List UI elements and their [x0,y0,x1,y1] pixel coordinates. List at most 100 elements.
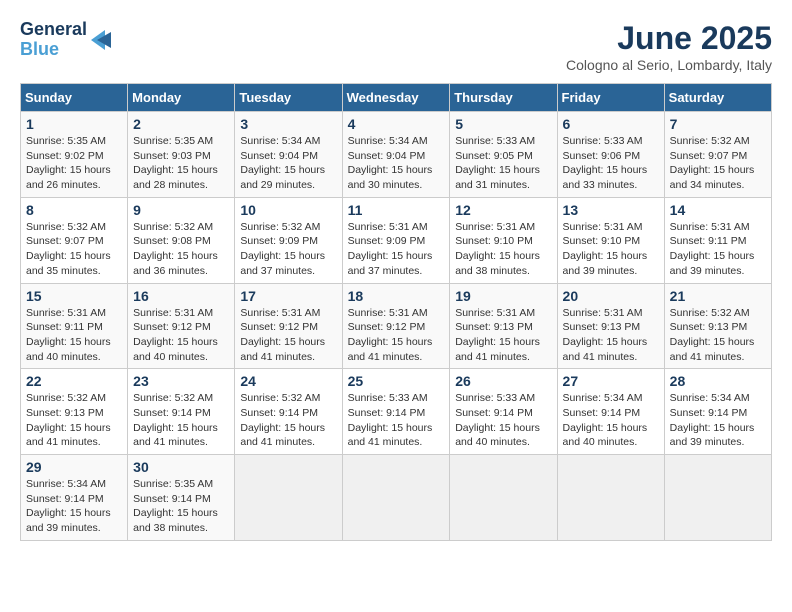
header-cell-saturday: Saturday [664,84,771,112]
calendar-cell [235,455,342,541]
day-info: Sunrise: 5:32 AM Sunset: 9:14 PM Dayligh… [240,391,336,450]
day-number: 25 [348,373,445,389]
calendar-cell: 3 Sunrise: 5:34 AM Sunset: 9:04 PM Dayli… [235,112,342,198]
day-number: 16 [133,288,229,304]
calendar-cell: 19 Sunrise: 5:31 AM Sunset: 9:13 PM Dayl… [450,283,557,369]
header-cell-friday: Friday [557,84,664,112]
header-cell-sunday: Sunday [21,84,128,112]
week-row-1: 8 Sunrise: 5:32 AM Sunset: 9:07 PM Dayli… [21,197,772,283]
day-number: 20 [563,288,659,304]
week-row-0: 1 Sunrise: 5:35 AM Sunset: 9:02 PM Dayli… [21,112,772,198]
day-number: 13 [563,202,659,218]
day-number: 12 [455,202,551,218]
calendar-cell: 14 Sunrise: 5:31 AM Sunset: 9:11 PM Dayl… [664,197,771,283]
day-number: 2 [133,116,229,132]
calendar-cell: 4 Sunrise: 5:34 AM Sunset: 9:04 PM Dayli… [342,112,450,198]
day-number: 17 [240,288,336,304]
calendar-cell: 10 Sunrise: 5:32 AM Sunset: 9:09 PM Dayl… [235,197,342,283]
day-info: Sunrise: 5:31 AM Sunset: 9:10 PM Dayligh… [563,220,659,279]
day-number: 26 [455,373,551,389]
day-info: Sunrise: 5:31 AM Sunset: 9:13 PM Dayligh… [455,306,551,365]
calendar-cell: 1 Sunrise: 5:35 AM Sunset: 9:02 PM Dayli… [21,112,128,198]
calendar-cell: 24 Sunrise: 5:32 AM Sunset: 9:14 PM Dayl… [235,369,342,455]
day-info: Sunrise: 5:35 AM Sunset: 9:02 PM Dayligh… [26,134,122,193]
day-number: 1 [26,116,122,132]
week-row-4: 29 Sunrise: 5:34 AM Sunset: 9:14 PM Dayl… [21,455,772,541]
calendar-cell: 25 Sunrise: 5:33 AM Sunset: 9:14 PM Dayl… [342,369,450,455]
day-number: 9 [133,202,229,218]
day-number: 15 [26,288,122,304]
calendar-cell: 26 Sunrise: 5:33 AM Sunset: 9:14 PM Dayl… [450,369,557,455]
day-info: Sunrise: 5:33 AM Sunset: 9:05 PM Dayligh… [455,134,551,193]
day-number: 19 [455,288,551,304]
day-info: Sunrise: 5:35 AM Sunset: 9:14 PM Dayligh… [133,477,229,536]
day-number: 28 [670,373,766,389]
day-info: Sunrise: 5:32 AM Sunset: 9:07 PM Dayligh… [26,220,122,279]
day-info: Sunrise: 5:35 AM Sunset: 9:03 PM Dayligh… [133,134,229,193]
day-info: Sunrise: 5:31 AM Sunset: 9:12 PM Dayligh… [240,306,336,365]
day-number: 11 [348,202,445,218]
calendar-table: SundayMondayTuesdayWednesdayThursdayFrid… [20,83,772,541]
calendar-cell: 27 Sunrise: 5:34 AM Sunset: 9:14 PM Dayl… [557,369,664,455]
calendar-cell: 23 Sunrise: 5:32 AM Sunset: 9:14 PM Dayl… [128,369,235,455]
header-cell-tuesday: Tuesday [235,84,342,112]
calendar-cell: 5 Sunrise: 5:33 AM Sunset: 9:05 PM Dayli… [450,112,557,198]
header-cell-wednesday: Wednesday [342,84,450,112]
day-number: 8 [26,202,122,218]
calendar-cell [557,455,664,541]
calendar-cell: 18 Sunrise: 5:31 AM Sunset: 9:12 PM Dayl… [342,283,450,369]
calendar-cell: 7 Sunrise: 5:32 AM Sunset: 9:07 PM Dayli… [664,112,771,198]
day-number: 21 [670,288,766,304]
day-info: Sunrise: 5:31 AM Sunset: 9:10 PM Dayligh… [455,220,551,279]
day-info: Sunrise: 5:31 AM Sunset: 9:12 PM Dayligh… [133,306,229,365]
day-info: Sunrise: 5:32 AM Sunset: 9:14 PM Dayligh… [133,391,229,450]
day-info: Sunrise: 5:31 AM Sunset: 9:11 PM Dayligh… [26,306,122,365]
calendar-title: June 2025 [566,20,772,57]
day-info: Sunrise: 5:32 AM Sunset: 9:07 PM Dayligh… [670,134,766,193]
day-info: Sunrise: 5:34 AM Sunset: 9:04 PM Dayligh… [240,134,336,193]
day-info: Sunrise: 5:34 AM Sunset: 9:14 PM Dayligh… [563,391,659,450]
day-info: Sunrise: 5:31 AM Sunset: 9:12 PM Dayligh… [348,306,445,365]
day-info: Sunrise: 5:31 AM Sunset: 9:11 PM Dayligh… [670,220,766,279]
calendar-cell: 13 Sunrise: 5:31 AM Sunset: 9:10 PM Dayl… [557,197,664,283]
day-info: Sunrise: 5:34 AM Sunset: 9:14 PM Dayligh… [26,477,122,536]
calendar-subtitle: Cologno al Serio, Lombardy, Italy [566,57,772,73]
day-info: Sunrise: 5:32 AM Sunset: 9:13 PM Dayligh… [26,391,122,450]
calendar-cell: 28 Sunrise: 5:34 AM Sunset: 9:14 PM Dayl… [664,369,771,455]
day-info: Sunrise: 5:33 AM Sunset: 9:14 PM Dayligh… [348,391,445,450]
calendar-cell: 16 Sunrise: 5:31 AM Sunset: 9:12 PM Dayl… [128,283,235,369]
calendar-cell: 8 Sunrise: 5:32 AM Sunset: 9:07 PM Dayli… [21,197,128,283]
calendar-cell: 21 Sunrise: 5:32 AM Sunset: 9:13 PM Dayl… [664,283,771,369]
day-number: 10 [240,202,336,218]
day-number: 7 [670,116,766,132]
calendar-cell: 11 Sunrise: 5:31 AM Sunset: 9:09 PM Dayl… [342,197,450,283]
day-info: Sunrise: 5:32 AM Sunset: 9:08 PM Dayligh… [133,220,229,279]
day-info: Sunrise: 5:32 AM Sunset: 9:13 PM Dayligh… [670,306,766,365]
week-row-3: 22 Sunrise: 5:32 AM Sunset: 9:13 PM Dayl… [21,369,772,455]
day-number: 30 [133,459,229,475]
day-number: 27 [563,373,659,389]
calendar-cell [450,455,557,541]
day-number: 6 [563,116,659,132]
title-area: June 2025 Cologno al Serio, Lombardy, It… [566,20,772,73]
day-info: Sunrise: 5:33 AM Sunset: 9:06 PM Dayligh… [563,134,659,193]
calendar-cell: 29 Sunrise: 5:34 AM Sunset: 9:14 PM Dayl… [21,455,128,541]
calendar-cell: 22 Sunrise: 5:32 AM Sunset: 9:13 PM Dayl… [21,369,128,455]
day-info: Sunrise: 5:31 AM Sunset: 9:13 PM Dayligh… [563,306,659,365]
day-info: Sunrise: 5:32 AM Sunset: 9:09 PM Dayligh… [240,220,336,279]
calendar-cell [342,455,450,541]
header-area: General Blue June 2025 Cologno al Serio,… [20,20,772,73]
calendar-cell: 2 Sunrise: 5:35 AM Sunset: 9:03 PM Dayli… [128,112,235,198]
header-cell-thursday: Thursday [450,84,557,112]
day-info: Sunrise: 5:31 AM Sunset: 9:09 PM Dayligh… [348,220,445,279]
day-number: 23 [133,373,229,389]
calendar-cell: 12 Sunrise: 5:31 AM Sunset: 9:10 PM Dayl… [450,197,557,283]
day-number: 29 [26,459,122,475]
calendar-cell: 9 Sunrise: 5:32 AM Sunset: 9:08 PM Dayli… [128,197,235,283]
header-cell-monday: Monday [128,84,235,112]
day-number: 4 [348,116,445,132]
day-number: 18 [348,288,445,304]
logo: General Blue [20,20,111,60]
day-info: Sunrise: 5:34 AM Sunset: 9:04 PM Dayligh… [348,134,445,193]
calendar-cell: 30 Sunrise: 5:35 AM Sunset: 9:14 PM Dayl… [128,455,235,541]
